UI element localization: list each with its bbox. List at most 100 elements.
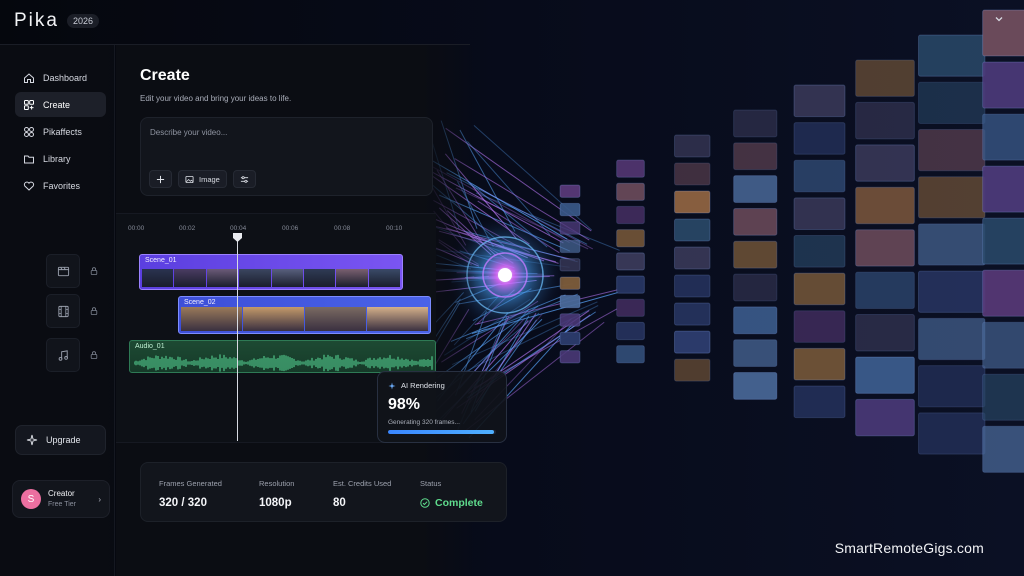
chevron-down-icon[interactable] — [988, 10, 1010, 28]
clip-thumbnail — [243, 307, 304, 331]
render-title: AI Rendering — [401, 381, 445, 390]
prompt-toolbar: Image — [149, 170, 256, 188]
status-value: Complete — [435, 497, 483, 509]
sidebar-item-pikaffects[interactable]: Pikaffects — [15, 119, 106, 144]
stat-value: 80 — [333, 497, 346, 509]
create-grid-icon — [23, 99, 35, 111]
playhead[interactable] — [233, 233, 242, 441]
clip-label: Audio_01 — [135, 343, 165, 350]
sidebar-item-create[interactable]: Create — [15, 92, 106, 117]
audio-waveform — [134, 354, 433, 372]
video-track-icon[interactable] — [46, 254, 80, 288]
sidebar-item-library[interactable]: Library — [15, 146, 106, 171]
upgrade-button[interactable]: Upgrade — [15, 425, 106, 455]
stat-label: Frames Generated — [159, 479, 222, 488]
user-account-card[interactable]: S Creator Free Tier › — [12, 480, 110, 518]
stat-resolution: Resolution 1080p — [259, 479, 294, 509]
render-progress-bar — [388, 430, 496, 434]
status-badge: Complete — [420, 497, 483, 509]
clip-label: Scene_02 — [184, 299, 216, 306]
clip-label: Scene_01 — [145, 257, 177, 264]
sparkle-icon — [388, 382, 396, 389]
clip-thumbnail — [336, 269, 368, 287]
clip-thumbnail — [303, 269, 336, 287]
image-button[interactable]: Image — [178, 170, 227, 188]
lock-icon[interactable] — [89, 266, 99, 276]
sliders-icon — [240, 175, 248, 183]
user-tier: Free Tier — [48, 501, 77, 508]
sidebar-item-dashboard[interactable]: Dashboard — [15, 65, 106, 90]
stat-label: Resolution — [259, 479, 295, 488]
clip-thumbnail — [367, 307, 428, 331]
sparkle-icon — [26, 434, 38, 446]
music-track-icon[interactable] — [46, 338, 80, 372]
chevron-right-icon: › — [98, 494, 101, 504]
audio-clip-audio-01[interactable]: Audio_01 — [129, 340, 436, 373]
lock-icon[interactable] — [89, 306, 99, 316]
time-tick: 00:00 — [128, 225, 145, 232]
stat-label: Status — [420, 479, 442, 488]
stat-label: Est. Credits Used — [333, 479, 392, 488]
clip-frames — [181, 307, 428, 331]
playhead-handle[interactable] — [233, 233, 242, 242]
clip-thumbnail — [142, 269, 174, 287]
time-tick: 00:10 — [386, 225, 403, 232]
brand[interactable]: Pika 2026 — [14, 10, 99, 32]
film-track-icon[interactable] — [46, 294, 80, 328]
clip-thumbnail — [181, 307, 242, 331]
stat-value: 320 / 320 — [159, 497, 207, 509]
ai-rendering-card: AI Rendering 98% Generating 320 frames..… — [377, 371, 507, 443]
clip-thumbnail — [206, 269, 239, 287]
sidebar-item-label: Library — [43, 153, 71, 164]
stat-status: Status Complete — [420, 479, 483, 509]
video-clip-scene-02[interactable]: Scene_02 — [178, 296, 431, 334]
heart-icon — [23, 180, 35, 192]
video-clip-scene-01[interactable]: Scene_01 — [139, 254, 403, 290]
render-stats: Frames Generated 320 / 320 Resolution 10… — [140, 462, 507, 522]
sidebar-item-label: Dashboard — [43, 72, 88, 83]
home-icon — [23, 72, 35, 84]
clip-thumbnail — [271, 269, 303, 287]
time-tick: 00:04 — [230, 225, 247, 232]
sidebar-item-favorites[interactable]: Favorites — [15, 173, 106, 198]
upgrade-label: Upgrade — [46, 435, 81, 445]
render-progress-fill — [388, 430, 494, 434]
render-percent: 98% — [388, 396, 421, 413]
create-panel: Create Edit your video and bring your id… — [46, 45, 507, 576]
sidebar-item-label: Create — [43, 99, 71, 110]
sidebar-item-label: Pikaffects — [43, 126, 82, 137]
lock-icon[interactable] — [89, 350, 99, 360]
page-title: Create — [140, 67, 190, 84]
avatar: S — [21, 489, 41, 509]
check-circle-icon — [420, 498, 430, 508]
stat-credits: Est. Credits Used 80 — [333, 479, 391, 509]
user-meta: Creator Free Tier — [48, 488, 76, 510]
sidebar-item-label: Favorites — [43, 180, 81, 191]
add-button[interactable] — [149, 170, 172, 188]
prompt-placeholder: Describe your video... — [150, 128, 228, 137]
brand-logo: Pika — [14, 10, 59, 31]
folder-icon — [23, 153, 35, 165]
image-icon — [185, 175, 194, 183]
settings-button[interactable] — [232, 170, 256, 188]
image-button-label: Image — [199, 174, 220, 184]
render-detail: Generating 320 frames... — [388, 419, 460, 426]
time-tick: 00:08 — [334, 225, 351, 232]
sidebar-nav: Dashboard Create Pikaffects Library Favo… — [15, 65, 106, 200]
time-ruler[interactable]: 00:00 00:02 00:04 00:06 00:08 00:10 — [128, 222, 418, 236]
stat-frames: Frames Generated 320 / 320 — [159, 479, 222, 509]
clip-thumbnail — [368, 269, 400, 287]
time-tick: 00:06 — [282, 225, 299, 232]
clip-frames — [142, 269, 400, 287]
time-tick: 00:02 — [179, 225, 196, 232]
plus-icon — [156, 175, 165, 183]
year-badge: 2026 — [66, 14, 99, 28]
stat-value: 1080p — [259, 497, 292, 509]
page-subtitle: Edit your video and bring your ideas to … — [140, 94, 292, 103]
prompt-input[interactable]: Describe your video... Image — [140, 117, 433, 196]
clip-thumbnail — [305, 307, 366, 331]
effects-icon — [23, 126, 35, 138]
user-name: Creator — [48, 489, 75, 498]
watermark: SmartRemoteGigs.com — [834, 540, 984, 556]
clip-thumbnail — [239, 269, 271, 287]
